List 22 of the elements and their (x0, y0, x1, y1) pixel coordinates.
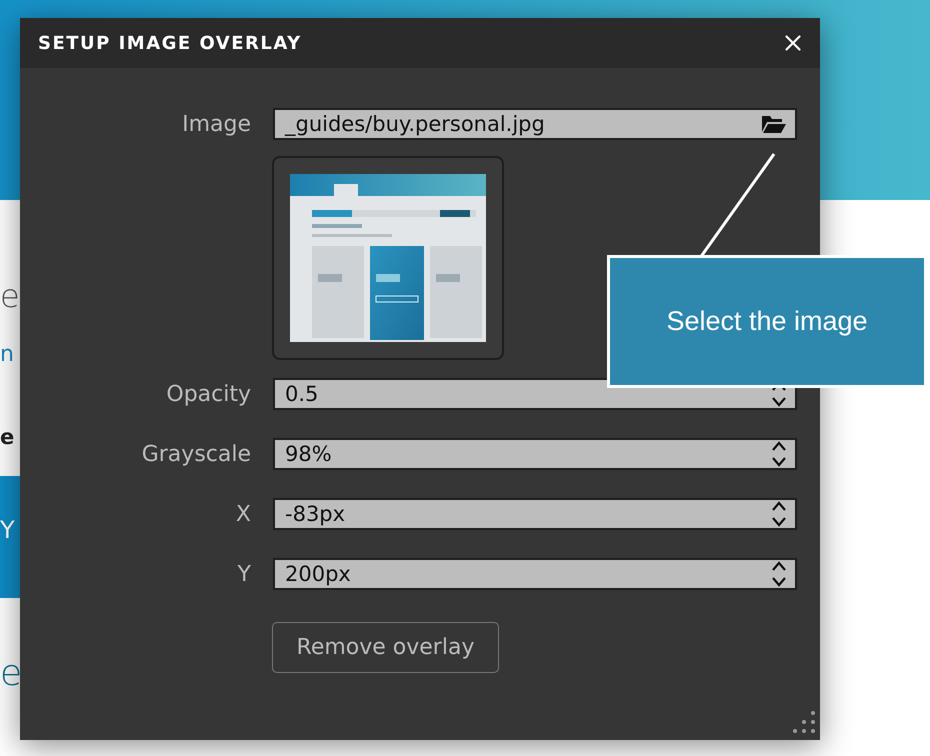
number-field[interactable]: -83px (273, 498, 797, 530)
page-text: e (0, 654, 20, 694)
page-text: e (0, 276, 20, 316)
dialog-title: SETUP IMAGE OVERLAY (38, 32, 302, 54)
field-label: Y (236, 562, 251, 586)
field-label: Image (181, 112, 251, 136)
callout-text: Select the image (666, 306, 868, 337)
number-field[interactable]: 200px (273, 558, 797, 590)
page-text: e (0, 424, 16, 451)
spinner-arrows-icon[interactable] (771, 560, 787, 588)
spinner-arrows-icon[interactable] (771, 440, 787, 468)
field-label: X (234, 502, 251, 526)
field-label: Grayscale (140, 442, 251, 466)
number-field[interactable]: 98% (273, 438, 797, 470)
page-button[interactable]: Y (0, 476, 20, 598)
image-path-field[interactable]: _guides/buy.personal.jpg (273, 108, 797, 140)
resize-grip-icon[interactable] (790, 710, 816, 736)
field-label: Opacity (165, 382, 251, 406)
spinner-arrows-icon[interactable] (771, 500, 787, 528)
page-link[interactable]: n (0, 340, 20, 370)
folder-icon[interactable] (761, 114, 787, 134)
remove-overlay-button[interactable]: Remove overlay (272, 622, 499, 673)
